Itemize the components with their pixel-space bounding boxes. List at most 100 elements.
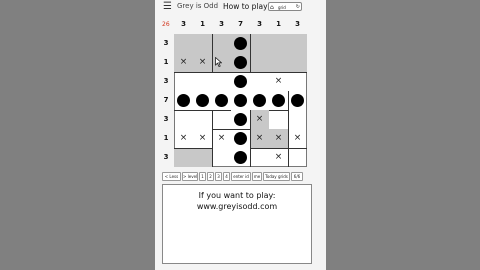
- filled-dot: [234, 37, 247, 50]
- grid-cell[interactable]: [212, 148, 231, 167]
- toolbar-button[interactable]: 2: [207, 172, 214, 181]
- region-border: [249, 110, 251, 167]
- grid-cell[interactable]: [231, 129, 250, 148]
- app-panel: ☰ Grey is Odd How to play ⌂ grid ↻ 26 31…: [155, 0, 326, 270]
- grid-cell[interactable]: [250, 91, 269, 110]
- grid-cell[interactable]: [288, 72, 307, 91]
- grid-cell[interactable]: ×: [288, 129, 307, 148]
- grid-cell[interactable]: ×: [193, 53, 212, 72]
- grid-cell[interactable]: ×: [269, 129, 288, 148]
- row-clue: 3: [163, 39, 169, 47]
- grid-cell[interactable]: [174, 72, 193, 91]
- grid-cell[interactable]: [231, 34, 250, 53]
- filled-dot: [196, 94, 209, 107]
- grid-cell[interactable]: [269, 53, 288, 72]
- cross-mark-icon: ×: [179, 133, 188, 143]
- grid-cell[interactable]: ×: [250, 110, 269, 129]
- region-border: [211, 34, 213, 72]
- filled-dot: [234, 151, 247, 164]
- grid-cell[interactable]: [212, 110, 231, 129]
- grid-cell[interactable]: [288, 148, 307, 167]
- grid-cell[interactable]: [269, 110, 288, 129]
- puzzle-grid[interactable]: × × × × × × × × × × ×: [174, 34, 307, 167]
- filled-dot: [272, 94, 285, 107]
- region-border: [269, 109, 288, 111]
- grid-cell[interactable]: [193, 91, 212, 110]
- filled-dot: [177, 94, 190, 107]
- grid-cell[interactable]: [250, 34, 269, 53]
- toolbar-button[interactable]: enter id: [231, 172, 251, 181]
- message-line-1: If you want to play:: [198, 191, 276, 200]
- column-clue: 3: [257, 20, 262, 28]
- grid-cell[interactable]: ×: [174, 129, 193, 148]
- region-border: [174, 71, 250, 73]
- grid-cell[interactable]: [231, 110, 250, 129]
- grid-cell[interactable]: [250, 148, 269, 167]
- row-clue: 3: [163, 77, 169, 85]
- grid-cell[interactable]: [288, 34, 307, 53]
- row-clue: 3: [163, 153, 169, 161]
- grid-cell[interactable]: [174, 110, 193, 129]
- how-to-play-link[interactable]: How to play: [223, 2, 268, 11]
- region-border: [212, 128, 250, 130]
- grid-cell[interactable]: [212, 34, 231, 53]
- toolbar-button[interactable]: 1: [199, 172, 206, 181]
- region-border: [249, 34, 251, 72]
- grid-cell[interactable]: [193, 110, 212, 129]
- grid-cell[interactable]: [231, 72, 250, 91]
- hamburger-icon[interactable]: ☰: [163, 1, 172, 13]
- app-title: Grey is Odd: [177, 2, 219, 10]
- filled-dot: [234, 132, 247, 145]
- grid-cell[interactable]: [269, 91, 288, 110]
- column-clue: 3: [181, 20, 186, 28]
- cross-mark-icon: ×: [198, 57, 207, 67]
- grid-cell[interactable]: [174, 148, 193, 167]
- grid-cell[interactable]: [193, 34, 212, 53]
- column-clue: 3: [219, 20, 224, 28]
- grid-cell[interactable]: [250, 72, 269, 91]
- toolbar-button[interactable]: me: [252, 172, 262, 181]
- filled-dot: [234, 113, 247, 126]
- toolbar-button[interactable]: 4: [223, 172, 230, 181]
- refresh-icon: ↻: [295, 4, 300, 10]
- grid-cell[interactable]: [231, 91, 250, 110]
- grid-cell[interactable]: [288, 91, 307, 110]
- grid-cell[interactable]: [288, 53, 307, 72]
- grid-cell[interactable]: [174, 91, 193, 110]
- grid-cell[interactable]: [174, 34, 193, 53]
- grid-cell[interactable]: ×: [250, 129, 269, 148]
- grid-cell[interactable]: [193, 148, 212, 167]
- grid-cell[interactable]: [212, 91, 231, 110]
- grid-cell[interactable]: ×: [193, 129, 212, 148]
- filled-dot: [234, 56, 247, 69]
- message-line-2: www.greyisodd.com: [196, 202, 278, 211]
- cross-mark-icon: ×: [274, 76, 283, 86]
- cross-mark-icon: ×: [217, 133, 226, 143]
- row-clue: 7: [163, 96, 169, 104]
- toolbar-button[interactable]: < Less: [162, 172, 181, 181]
- cross-mark-icon: ×: [293, 133, 302, 143]
- message-box: If you want to play: www.greyisodd.com: [162, 184, 312, 264]
- cross-mark-icon: ×: [274, 152, 283, 162]
- toolbar-button[interactable]: 6/6: [291, 172, 303, 181]
- grid-cell[interactable]: [193, 72, 212, 91]
- toolbar-button[interactable]: Today grids: [263, 172, 290, 181]
- toolbar-button[interactable]: > level: [182, 172, 198, 181]
- grid-cell[interactable]: ×: [269, 72, 288, 91]
- grid-cell[interactable]: ×: [212, 129, 231, 148]
- grid-cell[interactable]: [231, 148, 250, 167]
- grid-cell[interactable]: [269, 34, 288, 53]
- grid-cell[interactable]: [288, 110, 307, 129]
- toolbar-button[interactable]: 3: [215, 172, 222, 181]
- grid-cell[interactable]: [231, 53, 250, 72]
- column-clue: 1: [200, 20, 205, 28]
- region-border: [174, 109, 231, 111]
- row-clue: 1: [163, 58, 169, 66]
- grid-cell[interactable]: ×: [174, 53, 193, 72]
- grid-cell[interactable]: ×: [269, 148, 288, 167]
- grid-cell[interactable]: [212, 72, 231, 91]
- cross-mark-icon: ×: [274, 133, 283, 143]
- region-border: [250, 147, 307, 149]
- grid-cell[interactable]: [250, 53, 269, 72]
- home-button[interactable]: ⌂ grid ↻: [268, 2, 302, 11]
